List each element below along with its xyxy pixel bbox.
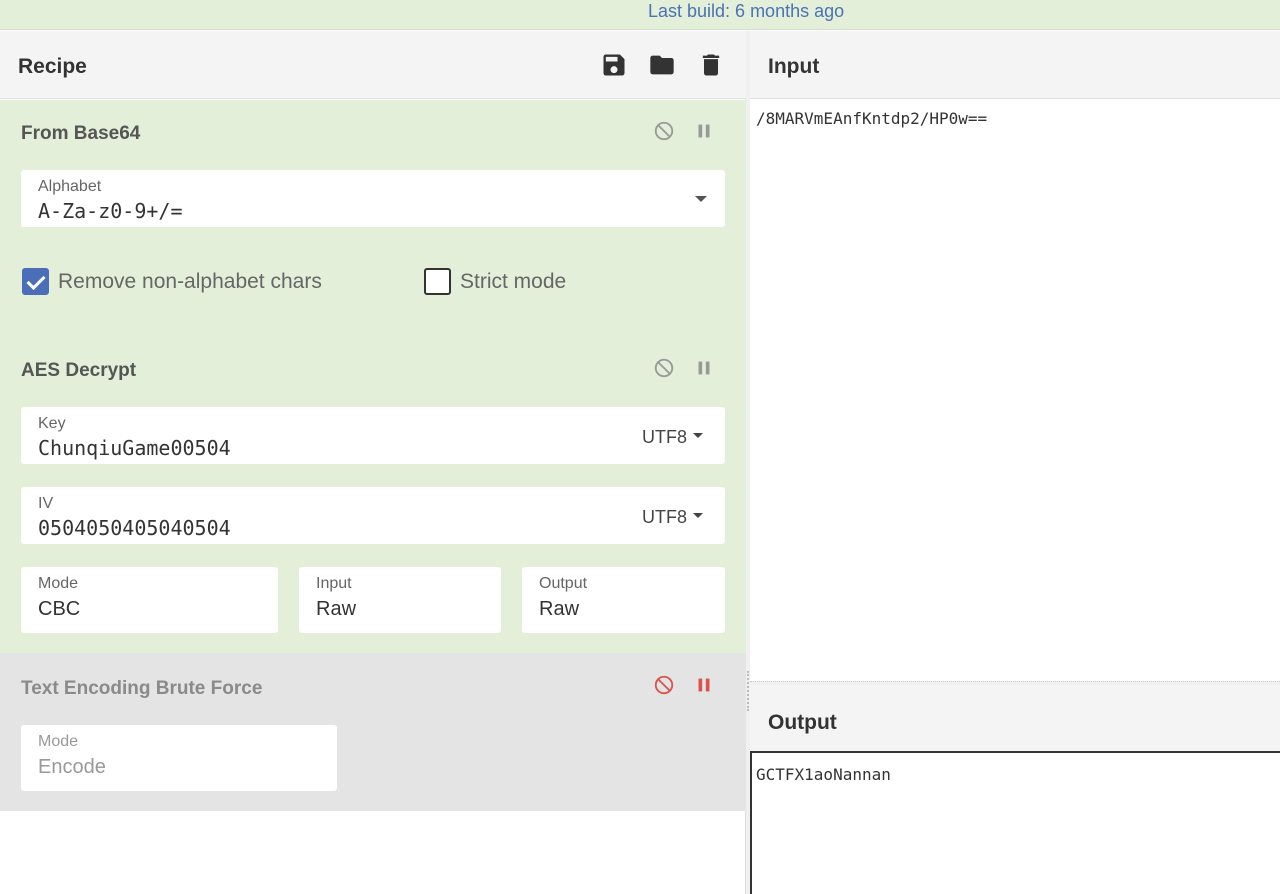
mode-value: CBC	[38, 598, 81, 620]
alphabet-label: Alphabet	[38, 178, 102, 195]
remove-non-alphabet-label: Remove non-alphabet chars	[58, 269, 322, 293]
checkbox-checked-icon[interactable]	[22, 268, 49, 295]
output-area[interactable]: GCTFX1aoNannan	[750, 753, 1280, 894]
brute-mode-value: Encode	[38, 756, 106, 778]
op-title: AES Decrypt	[21, 360, 137, 381]
op-title: From Base64	[21, 123, 141, 144]
op-from-base64: From Base64 Alphabet A-Za-z0-9+/= Remove…	[0, 100, 746, 337]
brute-mode-select[interactable]: Mode Encode	[21, 725, 337, 791]
input-header: Input	[750, 31, 1280, 99]
pause-icon[interactable]	[693, 120, 715, 142]
input-textarea[interactable]: /8MARVmEAnfKntdp2/HP0w==	[756, 109, 987, 128]
op-aes-decrypt: AES Decrypt Key ChunqiuGame00504 UTF8 IV…	[0, 337, 746, 653]
iv-label: IV	[38, 495, 54, 512]
recipe-title: Recipe	[18, 55, 87, 78]
folder-icon[interactable]	[648, 51, 676, 79]
input-panel: Input /8MARVmEAnfKntdp2/HP0w==	[750, 31, 1280, 681]
key-encoding-dropdown[interactable]: UTF8	[642, 427, 703, 448]
mode-select[interactable]: Mode CBC	[21, 567, 278, 633]
disable-icon[interactable]	[653, 674, 675, 696]
input-format-label: Input	[316, 575, 352, 592]
output-text[interactable]: GCTFX1aoNannan	[756, 765, 891, 784]
output-header: Output	[750, 685, 1280, 753]
output-format-value: Raw	[539, 598, 580, 620]
save-icon[interactable]	[600, 51, 628, 79]
input-format-value: Raw	[316, 598, 357, 620]
strict-mode-checkbox[interactable]: Strict mode	[424, 268, 566, 295]
alphabet-value: A-Za-z0-9+/=	[38, 199, 183, 223]
op-text-encoding-brute-force: Text Encoding Brute Force Mode Encode	[0, 653, 746, 811]
key-field[interactable]: Key ChunqiuGame00504 UTF8	[21, 407, 725, 464]
iv-encoding-dropdown[interactable]: UTF8	[642, 507, 703, 528]
key-encoding-label: UTF8	[642, 427, 687, 447]
key-label: Key	[38, 415, 66, 432]
output-panel: Output GCTFX1aoNannan	[750, 685, 1280, 894]
key-value[interactable]: ChunqiuGame00504	[38, 436, 231, 460]
mode-label: Mode	[38, 575, 79, 592]
chevron-down-icon[interactable]	[695, 196, 707, 202]
iv-encoding-label: UTF8	[642, 507, 687, 527]
input-format-select[interactable]: Input Raw	[299, 567, 501, 633]
recipe-header: Recipe	[0, 31, 746, 99]
remove-non-alphabet-checkbox[interactable]: Remove non-alphabet chars	[22, 268, 322, 295]
checkbox-unchecked-icon[interactable]	[424, 268, 451, 295]
last-build-text[interactable]: Last build: 6 months ago	[648, 0, 844, 22]
strict-mode-label: Strict mode	[460, 269, 567, 293]
pause-icon[interactable]	[693, 357, 715, 379]
trash-icon[interactable]	[697, 51, 725, 79]
output-format-select[interactable]: Output Raw	[522, 567, 725, 633]
pause-icon[interactable]	[693, 674, 715, 696]
chevron-down-icon	[693, 432, 703, 438]
brute-mode-label: Mode	[38, 733, 79, 750]
splitter-grip[interactable]	[747, 671, 749, 711]
iv-field[interactable]: IV 0504050405040504 UTF8	[21, 487, 725, 544]
output-title: Output	[768, 711, 837, 734]
alphabet-select[interactable]: Alphabet A-Za-z0-9+/=	[21, 170, 725, 227]
top-banner: Last build: 6 months ago	[0, 0, 1280, 30]
disable-icon[interactable]	[653, 120, 675, 142]
output-format-label: Output	[539, 575, 588, 592]
op-title: Text Encoding Brute Force	[21, 678, 263, 699]
disable-icon[interactable]	[653, 357, 675, 379]
iv-value[interactable]: 0504050405040504	[38, 516, 231, 540]
chevron-down-icon	[693, 512, 703, 518]
input-title: Input	[768, 55, 820, 78]
recipe-panel: Recipe From Base64 Alphabet A-Za-z0-9+/=…	[0, 31, 746, 894]
